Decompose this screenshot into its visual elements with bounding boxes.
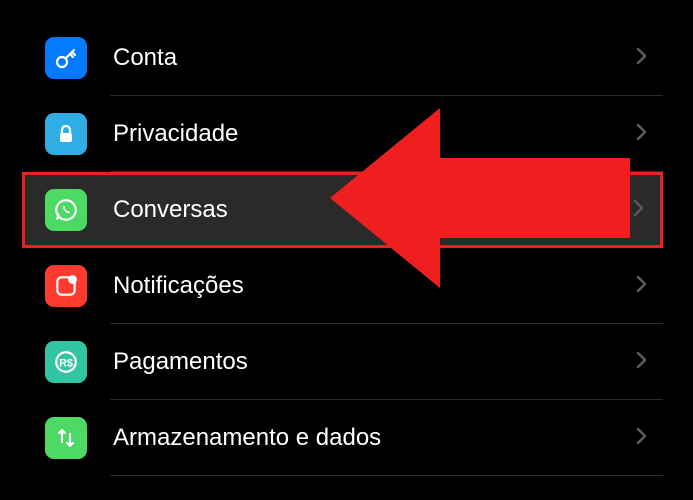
settings-item-label: Conta [113, 44, 636, 72]
chevron-right-icon [636, 47, 648, 70]
settings-item-chats[interactable]: Conversas [22, 172, 663, 248]
settings-item-label: Notificações [113, 272, 636, 300]
chevron-right-icon [636, 351, 648, 374]
notification-icon [45, 265, 87, 307]
chevron-right-icon [636, 123, 648, 146]
settings-item-payments[interactable]: R$ Pagamentos [30, 324, 663, 400]
settings-item-notifications[interactable]: Notificações [30, 248, 663, 324]
chevron-right-icon [636, 275, 648, 298]
key-icon [45, 37, 87, 79]
settings-item-label: Armazenamento e dados [113, 424, 636, 452]
settings-list: Conta Privacidade Conversas [0, 0, 693, 496]
settings-item-label: Privacidade [113, 120, 636, 148]
whatsapp-icon [45, 189, 87, 231]
settings-item-privacy[interactable]: Privacidade [30, 96, 663, 172]
settings-item-storage[interactable]: Armazenamento e dados [30, 400, 663, 476]
settings-item-label: Conversas [113, 196, 633, 224]
payments-icon: R$ [45, 341, 87, 383]
lock-icon [45, 113, 87, 155]
settings-item-account[interactable]: Conta [30, 20, 663, 96]
storage-icon [45, 417, 87, 459]
chevron-right-icon [633, 199, 645, 222]
svg-text:R$: R$ [59, 357, 73, 369]
chevron-right-icon [636, 427, 648, 450]
settings-item-label: Pagamentos [113, 348, 636, 376]
